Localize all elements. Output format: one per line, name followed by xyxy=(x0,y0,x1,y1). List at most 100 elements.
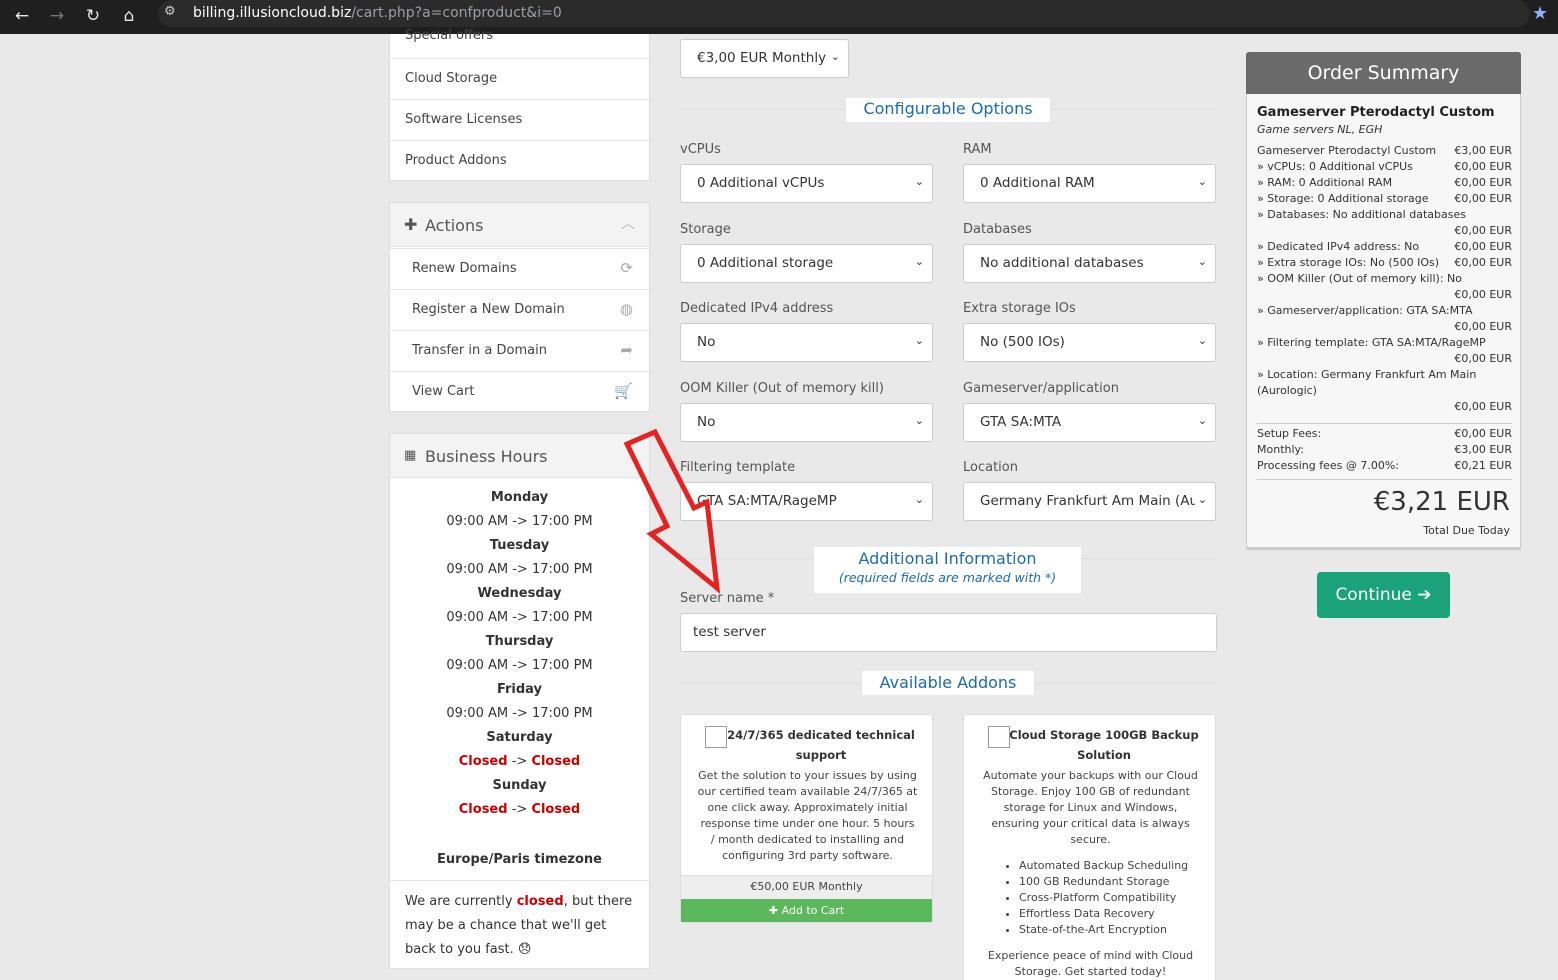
databases-select[interactable]: No additional databases ⌄ xyxy=(963,243,1216,283)
summary-line: » Location: Germany Frankfurt Am Main xyxy=(1257,368,1477,381)
plus-icon: ✚ xyxy=(768,904,782,917)
ram-select[interactable]: 0 Additional RAM ⌄ xyxy=(963,164,1216,203)
vcpus-label: vCPUs xyxy=(680,142,721,157)
addon-support-title: 24/7/365 dedicated technical support xyxy=(727,728,915,762)
hours-time-range: 09:00 AM -> 17:00 PM xyxy=(446,706,593,721)
summary-line: €0,00 EUR xyxy=(1454,400,1512,413)
summary-line: (Aurologic) xyxy=(1257,384,1317,397)
hours-day-label: Tuesday xyxy=(489,538,550,553)
actions-panel: ✚ Actions ︿ Renew Domains ⟳ Register a Ne… xyxy=(389,202,650,412)
summary-line: » Storage: 0 Additional storage €0,00 EUR xyxy=(1257,192,1512,205)
sidebar-item-special-offers[interactable]: Special offers xyxy=(390,16,649,57)
continue-button[interactable]: Continue ➔ xyxy=(1317,572,1450,618)
feature-item: Effortless Data Recovery xyxy=(1019,906,1188,922)
hours-time-range: 09:00 AM -> 17:00 PM xyxy=(446,610,593,625)
plus-icon: ✚ xyxy=(404,215,418,234)
hours-day-label: Wednesday xyxy=(477,586,562,601)
share-icon: ➦ xyxy=(620,341,633,359)
addon-cloud-storage-title: Cloud Storage 100GB Backup Solution xyxy=(1009,728,1199,762)
hours-day-label: Saturday xyxy=(486,730,553,745)
oom-killer-out-of-memory-kill-label: OOM Killer (Out of memory kill) xyxy=(680,380,884,396)
timezone-label: Europe/Paris timezone xyxy=(436,852,603,867)
required-note: (required fields are marked with *) xyxy=(838,570,1057,585)
summary-product-name: Gameserver Pterodactyl Custom xyxy=(1257,105,1495,120)
addon-cloud-storage-description: Automate your backups with our Cloud Stor… xyxy=(983,769,1198,846)
addon-cloud-storage-footer: Experience peace of mind with Cloud Stora… xyxy=(987,949,1194,978)
chevron-down-icon: ⌄ xyxy=(914,175,924,188)
dedicated-ipv4-address-select[interactable]: No ⌄ xyxy=(680,323,933,362)
gameserver-application-label: Gameserver/application xyxy=(963,380,1119,396)
annotation-arrow xyxy=(623,428,721,594)
action-register-domain[interactable]: Register a New Domain ◍ xyxy=(390,289,649,330)
reload-icon[interactable]: ↻ xyxy=(81,4,105,28)
chevron-down-icon: ⌄ xyxy=(914,413,924,427)
hours-time-range: 09:00 AM -> 17:00 PM xyxy=(446,658,593,673)
forward-icon[interactable]: → xyxy=(45,4,69,28)
home-icon[interactable]: ⌂ xyxy=(117,4,141,28)
billing-cycle-select[interactable]: €3,00 EUR Monthly ⌄ xyxy=(680,39,849,78)
action-transfer-domain[interactable]: Transfer in a Domain ➦ xyxy=(390,330,649,371)
summary-product-group: Game servers NL, EGH xyxy=(1257,123,1383,136)
additional-info-title: Additional Information xyxy=(858,549,1037,568)
summary-line: » OOM Killer (Out of memory kill): No xyxy=(1257,272,1462,285)
gameserver-application-select[interactable]: GTA SA:MTA ⌄ xyxy=(963,402,1216,442)
addon-card-cloud-storage: Cloud Storage 100GB Backup Solution Autom… xyxy=(963,714,1216,980)
availability-status: We are currently closed, but there may b… xyxy=(405,894,633,957)
server-name-input[interactable]: test server xyxy=(680,613,1217,652)
available-addons-title: Available Addons xyxy=(862,671,1034,695)
hours-time-range: 09:00 AM -> 17:00 PM xyxy=(446,562,593,577)
sidebar-item-cloud-storage[interactable]: Cloud Storage xyxy=(390,58,649,99)
globe-icon: ◍ xyxy=(619,300,633,318)
calendar-icon: ▦ xyxy=(404,448,417,463)
hours-time-range: Closed -> Closed xyxy=(458,802,581,817)
summary-line: €0,00 EUR xyxy=(1454,352,1512,365)
chevron-down-icon: ⌄ xyxy=(1197,493,1207,506)
location-label: Location xyxy=(963,460,1018,475)
hours-time-range: 09:00 AM -> 17:00 PM xyxy=(446,514,593,529)
chevron-down-icon: ⌄ xyxy=(1197,175,1207,188)
configurable-options-title: Configurable Options xyxy=(846,98,1050,122)
business-hours-title: Business Hours xyxy=(425,447,548,466)
categories-panel: Special offers Cloud Storage Software Li… xyxy=(389,28,650,181)
hours-day-label: Sunday xyxy=(492,778,547,793)
ram-label: RAM xyxy=(963,142,992,157)
extra-storage-ios-select[interactable]: No (500 IOs) ⌄ xyxy=(963,323,1216,362)
actions-title: Actions xyxy=(425,216,484,235)
chevron-up-icon[interactable]: ︿ xyxy=(621,213,635,233)
sidebar-item-product-addons[interactable]: Product Addons xyxy=(390,140,649,181)
databases-label: Databases xyxy=(963,221,1032,237)
refresh-icon: ⟳ xyxy=(620,259,633,277)
business-hours-panel: ▦ Business Hours Monday 09:00 AM -> 17:00… xyxy=(389,433,650,969)
add-to-cart-button[interactable]: ✚ Add to Cart xyxy=(681,899,932,922)
addon-support-description: Get the solution to your issues by using… xyxy=(697,769,918,862)
storage-label: Storage xyxy=(680,221,731,237)
order-summary-title: Order Summary xyxy=(1246,52,1521,94)
site-info-icon[interactable]: ⚙ xyxy=(164,4,176,19)
summary-line: » Filtering template: GTA SA:MTA/RageMP xyxy=(1257,336,1486,349)
actions-header[interactable]: ✚ Actions ︿ xyxy=(390,203,649,247)
back-icon[interactable]: ← xyxy=(10,4,34,28)
extra-storage-ios-label: Extra storage IOs xyxy=(963,301,1076,316)
bookmark-star-icon[interactable]: ★ xyxy=(1532,3,1548,24)
cart-icon: 🛒 xyxy=(614,382,633,400)
summary-line: » Gameserver/application: GTA SA:MTA xyxy=(1257,304,1473,317)
summary-line: » vCPUs: 0 Additional vCPUs €0,00 EUR xyxy=(1257,160,1512,173)
action-renew-domains[interactable]: Renew Domains ⟳ xyxy=(390,248,649,289)
dedicated-ipv4-address-label: Dedicated IPv4 address xyxy=(680,301,834,316)
summary-line: » RAM: 0 Additional RAM €0,00 EUR xyxy=(1257,176,1512,189)
feature-item: State-of-the-Art Encryption xyxy=(1019,922,1188,938)
summary-line: €0,00 EUR xyxy=(1454,224,1512,237)
summary-total-label: Total Due Today xyxy=(1423,524,1510,537)
hours-day-label: Thursday xyxy=(485,634,554,649)
location-select[interactable]: Germany Frankfurt Am Main (Au ⌄ xyxy=(963,482,1216,521)
chevron-down-icon: ⌄ xyxy=(914,334,924,347)
hours-time-range: Closed -> Closed xyxy=(458,754,581,769)
action-view-cart[interactable]: View Cart 🛒 xyxy=(390,371,649,412)
feature-item: 100 GB Redundant Storage xyxy=(1019,874,1188,890)
storage-select[interactable]: 0 Additional storage ⌄ xyxy=(680,243,933,283)
chevron-down-icon: ⌄ xyxy=(914,493,924,506)
vcpus-select[interactable]: 0 Additional vCPUs ⌄ xyxy=(680,164,933,203)
sidebar-item-software-licenses[interactable]: Software Licenses xyxy=(390,99,649,140)
summary-setup-row: Setup Fees: €0,00 EUR xyxy=(1257,427,1512,440)
chevron-down-icon: ⌄ xyxy=(914,254,924,268)
